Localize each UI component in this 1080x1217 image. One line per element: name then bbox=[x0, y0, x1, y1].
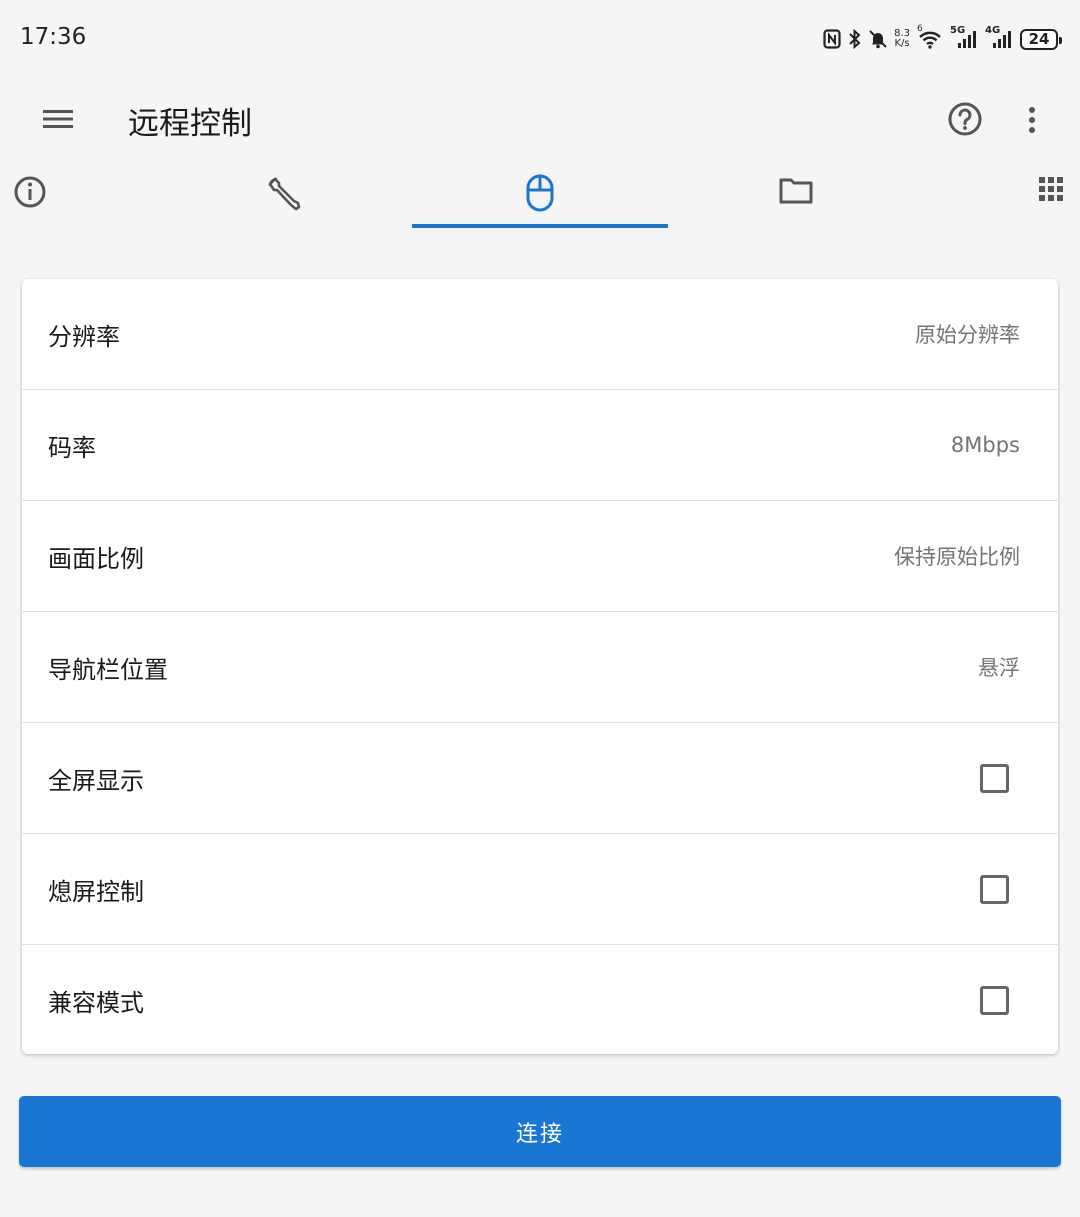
page-title: 远程控制 bbox=[128, 106, 252, 142]
setting-fullscreen[interactable]: 全屏显示 bbox=[22, 723, 1058, 834]
more-options-button[interactable] bbox=[1018, 102, 1046, 138]
mute-icon bbox=[869, 30, 887, 49]
status-time: 17:36 bbox=[20, 24, 87, 50]
battery-icon: 24 bbox=[1020, 28, 1062, 50]
status-bar: 17:36 8.3 K/s 6 5G 4G 24 bbox=[0, 0, 1080, 78]
setting-label: 全屏显示 bbox=[48, 766, 144, 795]
active-tab-indicator bbox=[412, 224, 668, 228]
connect-button[interactable]: 连接 bbox=[19, 1096, 1061, 1167]
status-icons: 8.3 K/s 6 5G 4G 24 bbox=[823, 24, 1062, 52]
more-vert-icon bbox=[1029, 107, 1035, 133]
nfc-icon bbox=[823, 29, 841, 49]
setting-compat-mode[interactable]: 兼容模式 bbox=[22, 945, 1058, 1054]
setting-label: 兼容模式 bbox=[48, 989, 144, 1017]
signal-5g-icon: 5G bbox=[950, 25, 978, 50]
setting-label: 分辨率 bbox=[48, 322, 120, 351]
setting-label: 码率 bbox=[48, 433, 96, 462]
menu-button[interactable] bbox=[40, 104, 76, 134]
wifi-badge: 6 bbox=[917, 24, 923, 34]
settings-card: 分辨率 原始分辨率 码率 8Mbps 画面比例 保持原始比例 导航栏位置 悬浮 … bbox=[22, 279, 1058, 1054]
bluetooth-icon bbox=[849, 29, 861, 49]
net-speed-unit: K/s bbox=[894, 38, 910, 49]
help-button[interactable] bbox=[944, 98, 986, 140]
wrench-icon bbox=[268, 177, 301, 211]
mouse-icon bbox=[526, 174, 554, 212]
setting-bitrate[interactable]: 码率 8Mbps bbox=[22, 390, 1058, 501]
grid-icon bbox=[1039, 177, 1063, 201]
setting-screen-off-control[interactable]: 熄屏控制 bbox=[22, 834, 1058, 945]
setting-aspect-ratio[interactable]: 画面比例 保持原始比例 bbox=[22, 501, 1058, 612]
setting-label: 画面比例 bbox=[48, 544, 144, 573]
tab-apps[interactable] bbox=[1024, 164, 1080, 228]
tab-tools[interactable] bbox=[156, 164, 412, 228]
setting-resolution[interactable]: 分辨率 原始分辨率 bbox=[22, 279, 1058, 390]
setting-value: 原始分辨率 bbox=[915, 323, 1020, 347]
folder-icon bbox=[779, 178, 813, 204]
app-bar: 远程控制 bbox=[0, 78, 1080, 164]
setting-value: 8Mbps bbox=[950, 433, 1020, 457]
fullscreen-checkbox[interactable] bbox=[980, 763, 1009, 793]
setting-navbar-position[interactable]: 导航栏位置 悬浮 bbox=[22, 612, 1058, 723]
setting-label: 熄屏控制 bbox=[48, 877, 144, 906]
screen-off-control-checkbox[interactable] bbox=[980, 874, 1009, 904]
tab-bar bbox=[0, 164, 1080, 228]
setting-label: 导航栏位置 bbox=[48, 655, 168, 684]
net-speed: 8.3 K/s bbox=[894, 29, 910, 49]
tab-files[interactable] bbox=[668, 164, 924, 228]
signal-4g-icon: 4G bbox=[985, 25, 1013, 50]
compat-mode-checkbox[interactable] bbox=[980, 986, 1009, 1015]
help-icon bbox=[948, 102, 982, 136]
hamburger-menu-icon bbox=[43, 110, 73, 128]
setting-value: 悬浮 bbox=[978, 656, 1020, 680]
battery-level: 24 bbox=[1028, 30, 1050, 48]
tab-remote-control[interactable] bbox=[412, 164, 668, 228]
tab-info[interactable] bbox=[0, 164, 60, 228]
wifi-icon: 6 bbox=[917, 24, 943, 50]
info-icon bbox=[14, 176, 46, 208]
setting-value: 保持原始比例 bbox=[894, 545, 1020, 569]
